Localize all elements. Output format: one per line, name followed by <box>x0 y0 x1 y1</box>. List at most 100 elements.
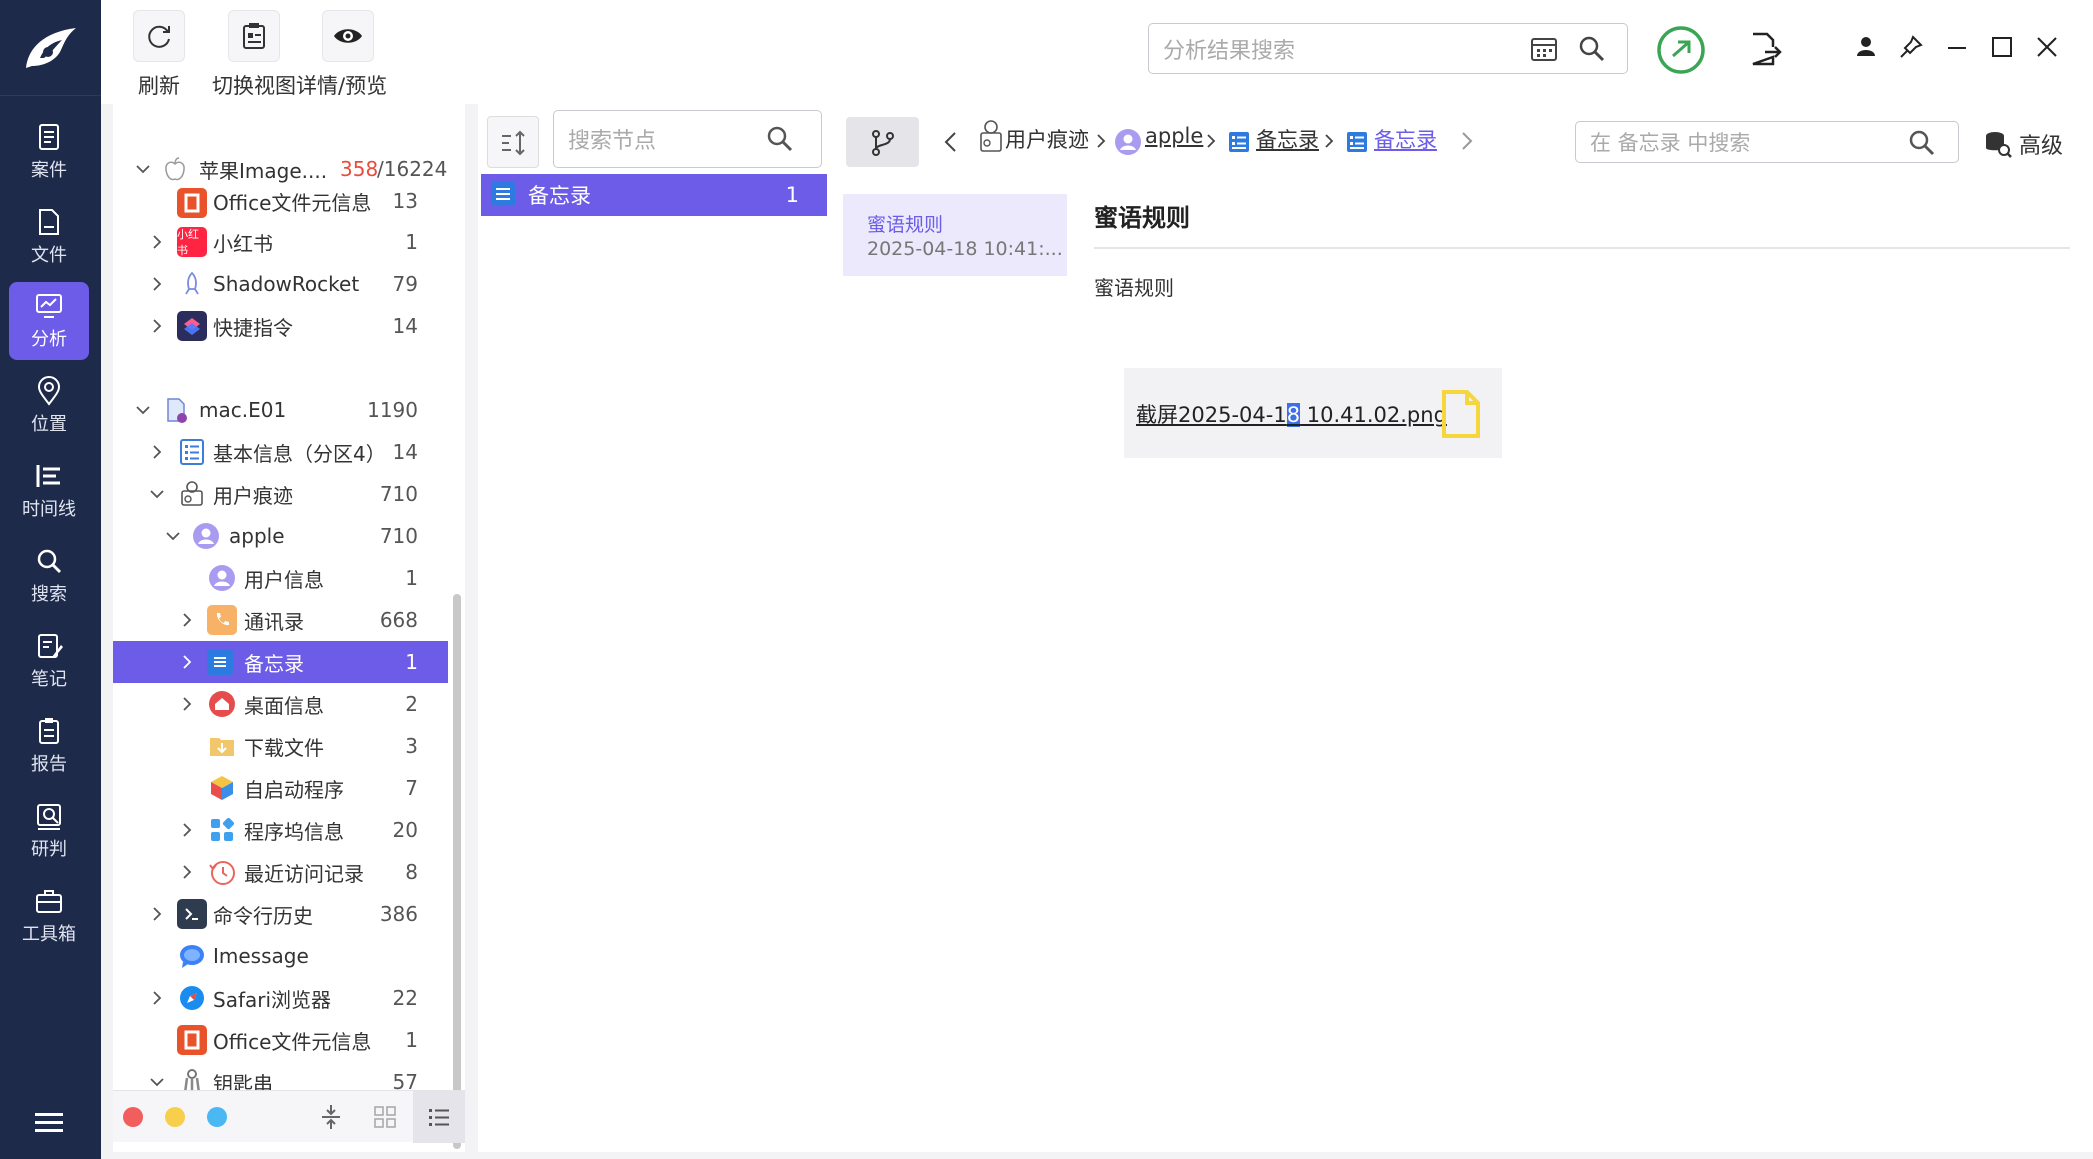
chevron-right-icon[interactable] <box>179 864 195 880</box>
back-chevron-icon[interactable] <box>941 130 961 154</box>
tree-count: 1 <box>405 650 418 674</box>
breadcrumb-apple[interactable]: apple <box>1145 124 1203 148</box>
tree-count: 22 <box>392 986 418 1010</box>
calendar-icon[interactable] <box>1529 34 1559 64</box>
tree-count: 668 <box>379 608 418 632</box>
forward-chevron-icon[interactable] <box>1460 130 1474 152</box>
nav-location[interactable]: 位置 <box>9 367 89 445</box>
chevron-right-icon[interactable] <box>179 654 195 670</box>
chevron-down-icon[interactable] <box>135 161 151 177</box>
pin-icon[interactable] <box>1898 34 1924 60</box>
breadcrumb-memo[interactable]: 备忘录 <box>1256 124 1319 154</box>
tree-item-desktop[interactable]: 桌面信息 2 <box>113 683 448 725</box>
chevron-right-icon[interactable] <box>149 318 165 334</box>
chevron-down-icon[interactable] <box>149 486 165 502</box>
switch-view-button[interactable] <box>228 10 280 62</box>
tree-item-xiaohongshu[interactable]: 小红书 小红书 1 <box>113 221 448 263</box>
chevron-right-icon[interactable] <box>149 906 165 922</box>
tree-count: 3 <box>405 734 418 758</box>
logo-icon <box>25 27 76 68</box>
maximize-icon[interactable] <box>1989 34 2015 60</box>
tree-item-office-meta[interactable]: Office文件元信息 13 <box>113 180 448 222</box>
chevron-right-icon[interactable] <box>149 990 165 1006</box>
tree-item-memo[interactable]: 备忘录 1 <box>113 641 448 683</box>
tree-item-dock[interactable]: 程序坞信息 20 <box>113 809 448 851</box>
chevron-down-icon[interactable] <box>165 528 181 544</box>
yellow-filter-dot[interactable] <box>165 1107 185 1127</box>
nav-file[interactable]: 文件 <box>9 198 89 276</box>
tree-item-user-traces[interactable]: 用户痕迹 710 <box>113 473 448 515</box>
nav-search[interactable]: 搜索 <box>9 537 89 615</box>
tree-item-downloads[interactable]: 下载文件 3 <box>113 725 448 767</box>
tree-item-user-info[interactable]: 用户信息 1 <box>113 557 448 599</box>
tree-item-office-meta-2[interactable]: Office文件元信息 1 <box>113 1019 448 1061</box>
chevron-down-icon[interactable] <box>135 402 151 418</box>
tree-label: Office文件元信息 <box>213 1029 372 1054</box>
chevron-right-icon[interactable] <box>179 822 195 838</box>
sort-button[interactable] <box>487 116 539 168</box>
red-filter-dot[interactable] <box>123 1107 143 1127</box>
status-pin-icon[interactable] <box>1656 25 1706 75</box>
breadcrumb-memo-current[interactable]: 备忘录 <box>1374 124 1437 154</box>
memo-list-icon <box>1347 132 1367 152</box>
chevron-right-icon[interactable] <box>149 444 165 460</box>
tree-count: 1 <box>405 566 418 590</box>
nav-judgement[interactable]: 研判 <box>9 792 89 870</box>
user-icon[interactable] <box>1853 34 1879 60</box>
export-icon[interactable] <box>1749 31 1783 67</box>
tree-item-shortcuts[interactable]: 快捷指令 14 <box>113 305 448 347</box>
tree-item-apple-user[interactable]: apple 710 <box>113 515 448 557</box>
case-icon <box>39 124 59 150</box>
tree-label: 自启动程序 <box>244 777 344 802</box>
node-item-memo[interactable]: 备忘录 1 <box>481 174 827 216</box>
nav-case[interactable]: 案件 <box>9 113 89 191</box>
blue-filter-dot[interactable] <box>207 1107 227 1127</box>
note-list-item[interactable]: 蜜语规则 2025-04-18 10:41:... <box>843 194 1067 276</box>
menu-icon[interactable] <box>33 1110 65 1136</box>
analysis-search-input[interactable]: 分析结果搜索 <box>1148 23 1628 74</box>
tree-scrollbar[interactable] <box>453 594 461 1149</box>
close-icon[interactable] <box>2034 34 2060 60</box>
rocket-icon <box>185 271 199 295</box>
tree-item-recent[interactable]: 最近访问记录 8 <box>113 851 448 893</box>
chevron-right-icon[interactable] <box>149 276 165 292</box>
search-icon[interactable] <box>1577 34 1607 64</box>
attachment-card[interactable]: 截屏2025-04-18 10.41.02.png <box>1124 368 1502 458</box>
branch-view-button[interactable] <box>846 117 919 167</box>
search-icon[interactable] <box>1908 129 1936 157</box>
tree-item-contacts[interactable]: 通讯录 668 <box>113 599 448 641</box>
nav-timeline[interactable]: 时间线 <box>9 452 89 530</box>
collapse-all-icon[interactable] <box>318 1103 344 1131</box>
note-title: 蜜语规则 <box>1094 204 1190 232</box>
chevron-down-icon[interactable] <box>149 1074 165 1090</box>
tree-item-basic-info[interactable]: 基本信息（分区4） 14 <box>113 431 448 473</box>
tree-item-imessage[interactable]: Imessage <box>113 935 448 977</box>
tree-root-mac-e01[interactable]: mac.E01 1190 <box>113 389 448 431</box>
advanced-search-button[interactable]: 高级 <box>1983 127 2063 161</box>
tree-item-autostart[interactable]: 自启动程序 7 <box>113 767 448 809</box>
nav-analysis[interactable]: 分析 <box>9 282 89 360</box>
node-search-input[interactable]: 搜索节点 <box>553 110 822 168</box>
preview-button[interactable] <box>322 10 374 62</box>
refresh-button[interactable] <box>133 10 185 62</box>
attachment-filename[interactable]: 截屏2025-04-18 10.41.02.png <box>1136 399 1447 429</box>
grid-view-icon[interactable] <box>372 1104 398 1130</box>
nav-toolbox[interactable]: 工具箱 <box>9 877 89 955</box>
tree-item-shell-history[interactable]: 命令行历史 386 <box>113 893 448 935</box>
memo-search-input[interactable]: 在 备忘录 中搜索 <box>1575 121 1959 163</box>
breadcrumb-user-traces[interactable]: 用户痕迹 <box>1005 124 1089 154</box>
document-icon <box>1442 390 1480 438</box>
search-icon[interactable] <box>766 125 794 153</box>
eye-icon <box>334 29 362 43</box>
chevron-right-icon[interactable] <box>179 696 195 712</box>
tree-item-shadowrocket[interactable]: ShadowRocket 79 <box>113 263 448 305</box>
tree-footer-toolbar <box>113 1090 465 1143</box>
list-view-button[interactable] <box>413 1091 465 1143</box>
nav-notes[interactable]: 笔记 <box>9 622 89 700</box>
tree-item-safari[interactable]: Safari浏览器 22 <box>113 977 448 1019</box>
tree-label: Safari浏览器 <box>213 987 332 1012</box>
chevron-right-icon[interactable] <box>149 234 165 250</box>
nav-report[interactable]: 报告 <box>9 707 89 785</box>
minimize-icon[interactable] <box>1944 34 1970 60</box>
chevron-right-icon[interactable] <box>179 612 195 628</box>
